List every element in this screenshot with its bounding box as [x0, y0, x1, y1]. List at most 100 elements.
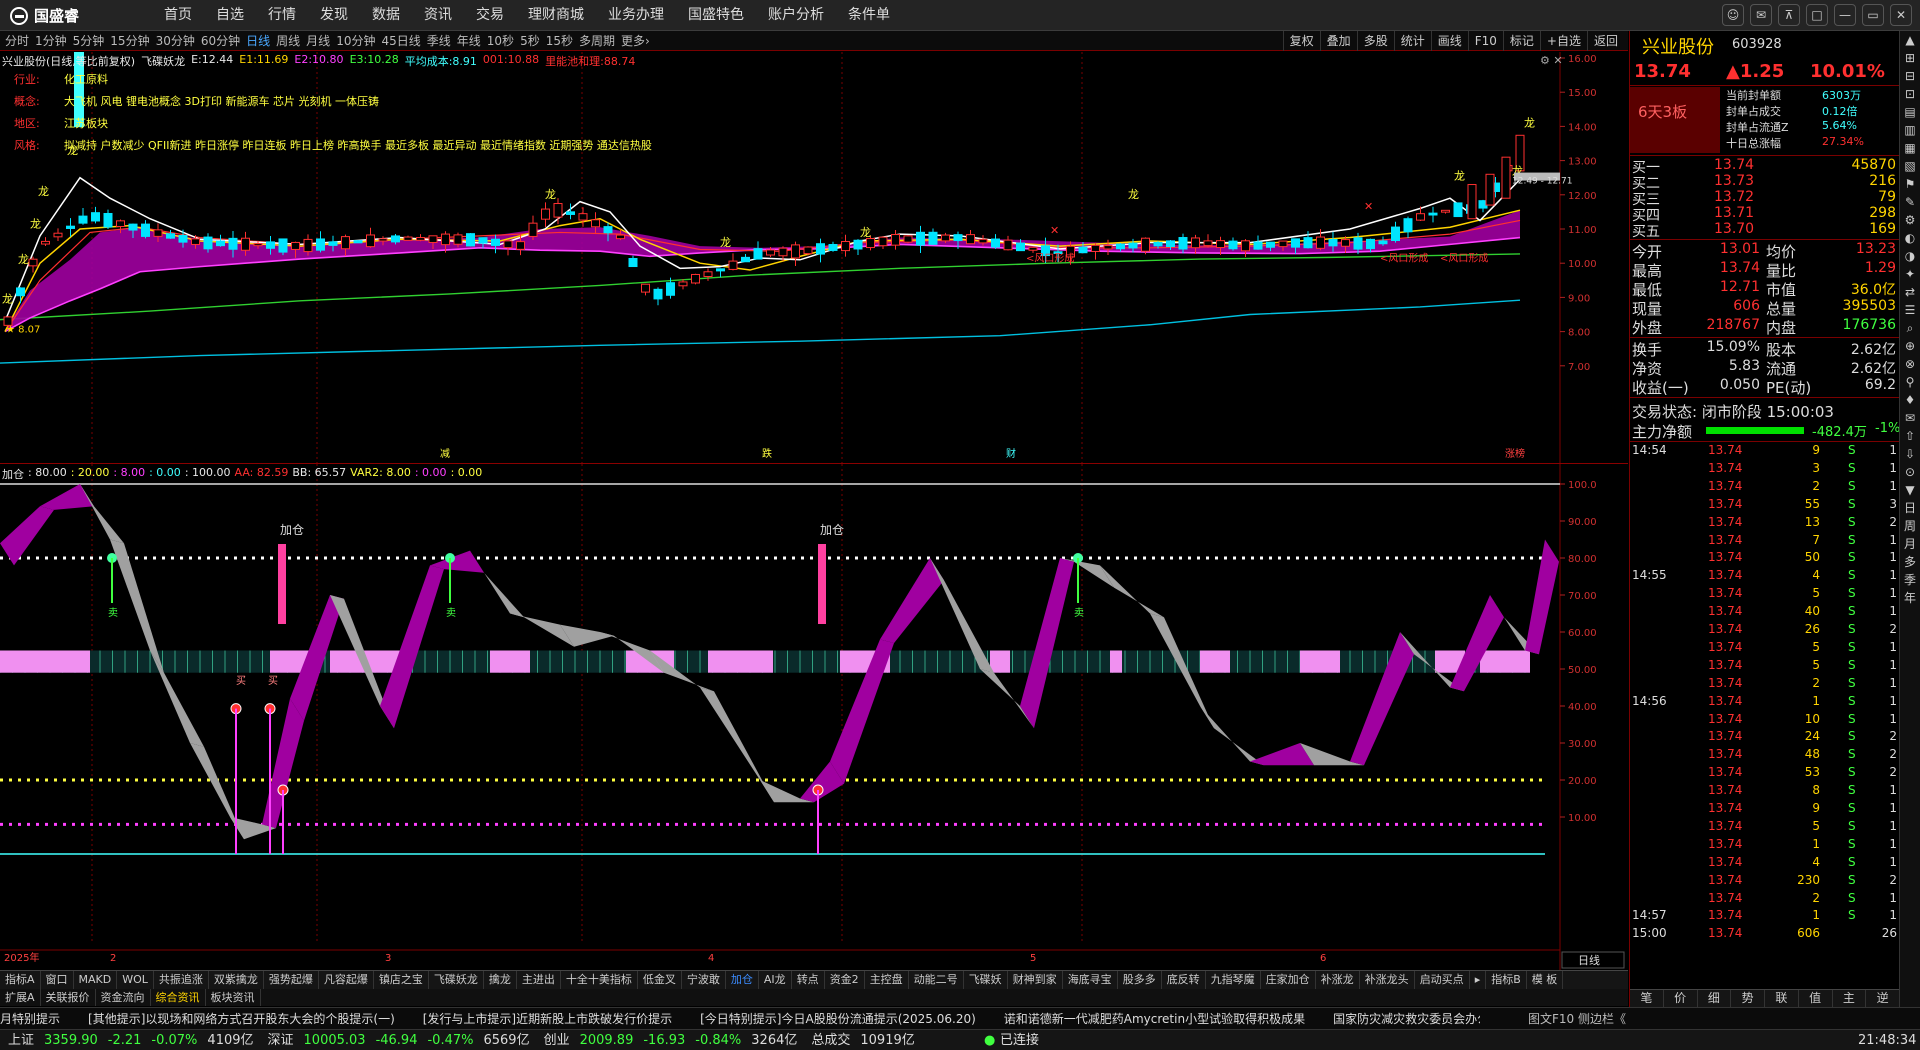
chart-tool-button[interactable]: 多股 [1356, 31, 1394, 51]
indicator-chart[interactable]: 100.0 90.00 80.00 70.00 60.00 50.00 40.00 30.00… [0, 464, 1628, 970]
indicator-tab[interactable]: 窗口 [41, 971, 74, 989]
info-tab[interactable]: 扩展A [0, 989, 41, 1006]
period-tab[interactable]: 月线 [303, 31, 333, 51]
chart-tool-button[interactable]: +自选 [1539, 31, 1587, 51]
quote-tab[interactable]: 值 [1799, 990, 1833, 1007]
info-tab[interactable]: 板块资讯 [206, 989, 261, 1006]
sidebar-tool-icon[interactable]: ✎ [1900, 193, 1920, 211]
window-control-icon[interactable]: □ [1806, 4, 1828, 26]
sidebar-period-4[interactable]: 季 [1900, 571, 1920, 589]
indicator-tab[interactable]: 海底寻宝 [1063, 971, 1118, 989]
quote-tab[interactable]: 细 [1698, 990, 1732, 1007]
menu-item[interactable]: 交易 [464, 0, 516, 31]
sidebar-tool-icon[interactable]: ⊞ [1900, 49, 1920, 67]
period-tab[interactable]: 60分钟 [198, 31, 243, 51]
sidebar-tool-icon[interactable]: ⊕ [1900, 337, 1920, 355]
indicator-tab[interactable]: 庄家加仓 [1261, 971, 1316, 989]
period-tab[interactable]: 1分钟 [32, 31, 70, 51]
indicator-tab[interactable]: 双紫擒龙 [209, 971, 264, 989]
window-control-icon[interactable]: ✕ [1890, 4, 1912, 26]
quote-tab[interactable]: 逆 [1866, 990, 1900, 1007]
indicator-tab[interactable]: MAKD [74, 971, 118, 989]
sidebar-tool-icon[interactable]: ◑ [1900, 247, 1920, 265]
indicator-tab[interactable]: WOL [117, 971, 154, 989]
indicator-tab[interactable]: AI龙 [759, 971, 792, 989]
indicator-tab[interactable]: 财神到家 [1008, 971, 1063, 989]
indicator-tab[interactable]: 补涨龙头 [1360, 971, 1415, 989]
quote-tab[interactable]: 笔 [1630, 990, 1664, 1007]
chart-tool-button[interactable]: 返回 [1586, 31, 1624, 51]
indicator-tab[interactable]: 指标B [1486, 971, 1527, 989]
menu-item[interactable]: 发现 [308, 0, 360, 31]
menu-item[interactable]: 国盛特色 [676, 0, 756, 31]
chart-tool-button[interactable]: 画线 [1430, 31, 1468, 51]
indicator-tab[interactable]: 宁波敢 [682, 971, 726, 989]
window-control-icon[interactable]: ▭ [1862, 4, 1884, 26]
quote-tab[interactable]: 主 [1833, 990, 1867, 1007]
sidebar-tool-icon[interactable]: ▲ [1900, 31, 1920, 49]
menu-item[interactable]: 首页 [152, 0, 204, 31]
indicator-tab[interactable]: 主控盘 [865, 971, 909, 989]
indicator-tab[interactable]: 飞碟妖 [964, 971, 1008, 989]
news-right-links[interactable]: 图文F10 侧边栏《 [1528, 1008, 1626, 1030]
sidebar-period-2[interactable]: 月 [1900, 535, 1920, 553]
chart-tool-button[interactable]: F10 [1467, 31, 1503, 51]
indicator-tab[interactable]: 十全十美指标 [561, 971, 638, 989]
period-tab[interactable]: 年线 [454, 31, 484, 51]
info-tab[interactable]: 综合资讯 [151, 989, 206, 1006]
sidebar-tool-icon[interactable]: ⊟ [1900, 67, 1920, 85]
sidebar-tool-icon[interactable]: ⊗ [1900, 355, 1920, 373]
menu-item[interactable]: 资讯 [412, 0, 464, 31]
quote-tab[interactable]: 价 [1664, 990, 1698, 1007]
news-item[interactable]: [今日特别提示]今日A股股份流通提示(2025.06.20) [700, 1008, 976, 1030]
chart-tool-button[interactable]: 标记 [1502, 31, 1540, 51]
sidebar-tool-icon[interactable]: ⌕ [1900, 319, 1920, 337]
sidebar-tool-icon[interactable]: ▥ [1900, 121, 1920, 139]
news-item[interactable]: 诺和诺德新一代减肥药Amycretin小型试验取得积极成果 [1004, 1008, 1305, 1030]
sidebar-tool-icon[interactable]: ⇧ [1900, 427, 1920, 445]
period-tab[interactable]: 分时 [2, 31, 32, 51]
period-tab[interactable]: 5分钟 [70, 31, 108, 51]
sidebar-tool-icon[interactable]: ⊡ [1900, 85, 1920, 103]
indicator-tab[interactable]: 补涨龙 [1316, 971, 1360, 989]
index-quote-cy[interactable]: 创业 2009.89 -16.93 -0.84% 3264亿 [544, 1030, 798, 1050]
chart-tool-button[interactable]: 复权 [1282, 31, 1320, 51]
indicator-tab[interactable]: 凡容起爆 [319, 971, 374, 989]
period-tab[interactable]: 日线 [243, 31, 273, 51]
period-tab[interactable]: 更多› [618, 31, 653, 51]
window-control-icon[interactable]: ☺ [1722, 4, 1744, 26]
sidebar-tool-icon[interactable]: ⇄ [1900, 283, 1920, 301]
indicator-tab[interactable]: 动能二号 [909, 971, 964, 989]
menu-item[interactable]: 行情 [256, 0, 308, 31]
sidebar-tool-icon[interactable]: ⚲ [1900, 373, 1920, 391]
sidebar-tool-icon[interactable]: ▧ [1900, 157, 1920, 175]
sidebar-period-1[interactable]: 周 [1900, 517, 1920, 535]
sidebar-period-0[interactable]: 日 [1900, 499, 1920, 517]
period-tab[interactable]: 10秒 [484, 31, 517, 51]
indicator-tab[interactable]: 启动买点 [1415, 971, 1470, 989]
period-tab[interactable]: 多周期 [576, 31, 618, 51]
chart-tool-button[interactable]: 叠加 [1319, 31, 1357, 51]
close-indicator-icon[interactable]: ⚙ ✕ [1540, 54, 1563, 67]
window-control-icon[interactable]: ⊼ [1778, 4, 1800, 26]
chart-tool-button[interactable]: 统计 [1393, 31, 1431, 51]
sidebar-tool-icon[interactable]: ◐ [1900, 229, 1920, 247]
news-item[interactable]: 月特别提示 [0, 1008, 60, 1030]
indicator-tab[interactable]: 加仓 [726, 971, 759, 989]
indicator-tab[interactable]: 强势起爆 [264, 971, 319, 989]
sidebar-tool-icon[interactable]: ⊙ [1900, 463, 1920, 481]
indicator-tab[interactable]: 转点 [792, 971, 825, 989]
news-item[interactable]: [发行与上市提示]近期新股上市跌破发行价提示 [423, 1008, 672, 1030]
period-tab[interactable]: 5秒 [517, 31, 543, 51]
indicator-tab[interactable]: 模 板 [1527, 971, 1564, 989]
indicator-tab[interactable]: 低金叉 [638, 971, 682, 989]
sidebar-tool-icon[interactable]: ▦ [1900, 139, 1920, 157]
sidebar-tool-icon[interactable]: ▼ [1900, 481, 1920, 499]
sidebar-period-5[interactable]: 年 [1900, 589, 1920, 607]
indicator-tab[interactable]: 股多多 [1118, 971, 1162, 989]
window-control-icon[interactable]: — [1834, 4, 1856, 26]
period-tab[interactable]: 30分钟 [153, 31, 198, 51]
period-tab[interactable]: 45日线 [378, 31, 423, 51]
indicator-tab[interactable]: 指标A [0, 971, 41, 989]
indicator-tab[interactable]: 擒龙 [484, 971, 517, 989]
